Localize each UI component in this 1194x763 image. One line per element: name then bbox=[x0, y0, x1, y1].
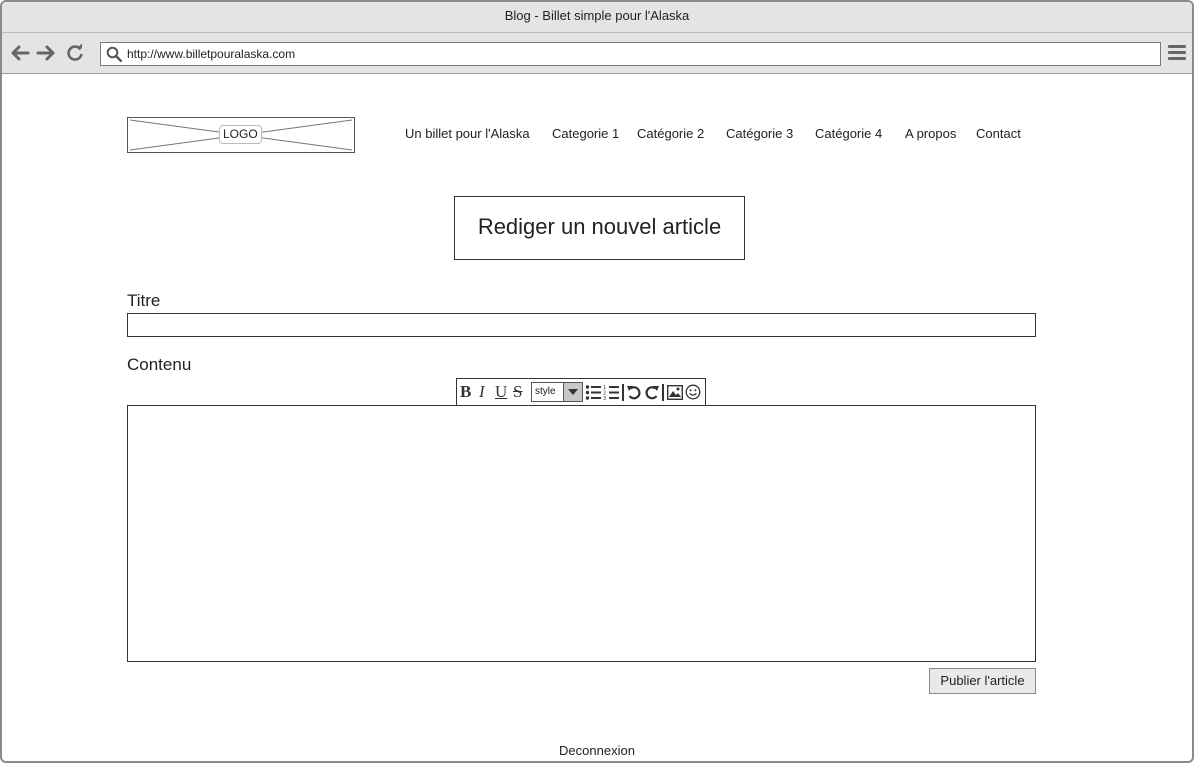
address-url: http://www.billetpouralaska.com bbox=[127, 47, 296, 61]
forward-arrow-icon[interactable] bbox=[36, 43, 56, 63]
strikethrough-button[interactable]: S bbox=[513, 383, 522, 401]
nav-link-a-propos[interactable]: A propos bbox=[905, 126, 956, 141]
bulleted-list-icon[interactable] bbox=[585, 384, 602, 401]
image-icon[interactable] bbox=[667, 385, 683, 400]
undo-icon[interactable] bbox=[626, 384, 642, 401]
title-label: Titre bbox=[127, 291, 161, 310]
content-editor[interactable] bbox=[127, 405, 1036, 662]
search-icon bbox=[106, 46, 122, 62]
italic-button[interactable]: I bbox=[479, 383, 485, 401]
page-title: Rediger un nouvel article bbox=[454, 196, 745, 260]
reload-icon[interactable] bbox=[65, 43, 85, 63]
emoji-icon[interactable] bbox=[685, 384, 701, 400]
numbered-list-icon[interactable]: 1 2 3 bbox=[603, 384, 620, 401]
nav-link-categorie-2[interactable]: Catégorie 2 bbox=[637, 126, 704, 141]
site-logo[interactable]: LOGO bbox=[127, 117, 355, 153]
redo-icon[interactable] bbox=[644, 384, 660, 401]
window-title-bar: Blog - Billet simple pour l'Alaska bbox=[2, 2, 1192, 33]
nav-link-contact[interactable]: Contact bbox=[976, 126, 1021, 141]
content-label: Contenu bbox=[127, 355, 192, 374]
editor-toolbar: B I U S style 1 2 3 bbox=[456, 378, 706, 406]
window-title: Blog - Billet simple pour l'Alaska bbox=[504, 8, 690, 23]
hamburger-menu-icon[interactable] bbox=[1168, 45, 1186, 61]
bold-button[interactable]: B bbox=[460, 383, 471, 401]
logout-link[interactable]: Deconnexion bbox=[559, 743, 635, 758]
nav-link-categorie-4[interactable]: Catégorie 4 bbox=[815, 126, 882, 141]
address-bar[interactable]: http://www.billetpouralaska.com bbox=[100, 42, 1161, 66]
svg-text:3: 3 bbox=[603, 396, 606, 401]
style-select[interactable]: style bbox=[531, 382, 583, 402]
nav-link-home[interactable]: Un billet pour l'Alaska bbox=[405, 126, 530, 141]
nav-link-categorie-1[interactable]: Categorie 1 bbox=[552, 126, 619, 141]
browser-toolbar: http://www.billetpouralaska.com bbox=[2, 33, 1192, 74]
browser-window: Blog - Billet simple pour l'Alaska http:… bbox=[0, 0, 1194, 763]
footer: Deconnexion bbox=[2, 743, 1192, 758]
underline-button[interactable]: U bbox=[495, 383, 507, 401]
toolbar-divider bbox=[662, 384, 664, 401]
nav-link-categorie-3[interactable]: Catégorie 3 bbox=[726, 126, 793, 141]
style-select-value: style bbox=[535, 386, 556, 397]
title-input[interactable] bbox=[127, 313, 1036, 337]
back-arrow-icon[interactable] bbox=[10, 43, 30, 63]
toolbar-divider bbox=[622, 384, 624, 401]
publish-article-button[interactable]: Publier l'article bbox=[929, 668, 1036, 694]
logo-placeholder-label: LOGO bbox=[219, 125, 262, 144]
chevron-down-icon bbox=[563, 383, 582, 401]
